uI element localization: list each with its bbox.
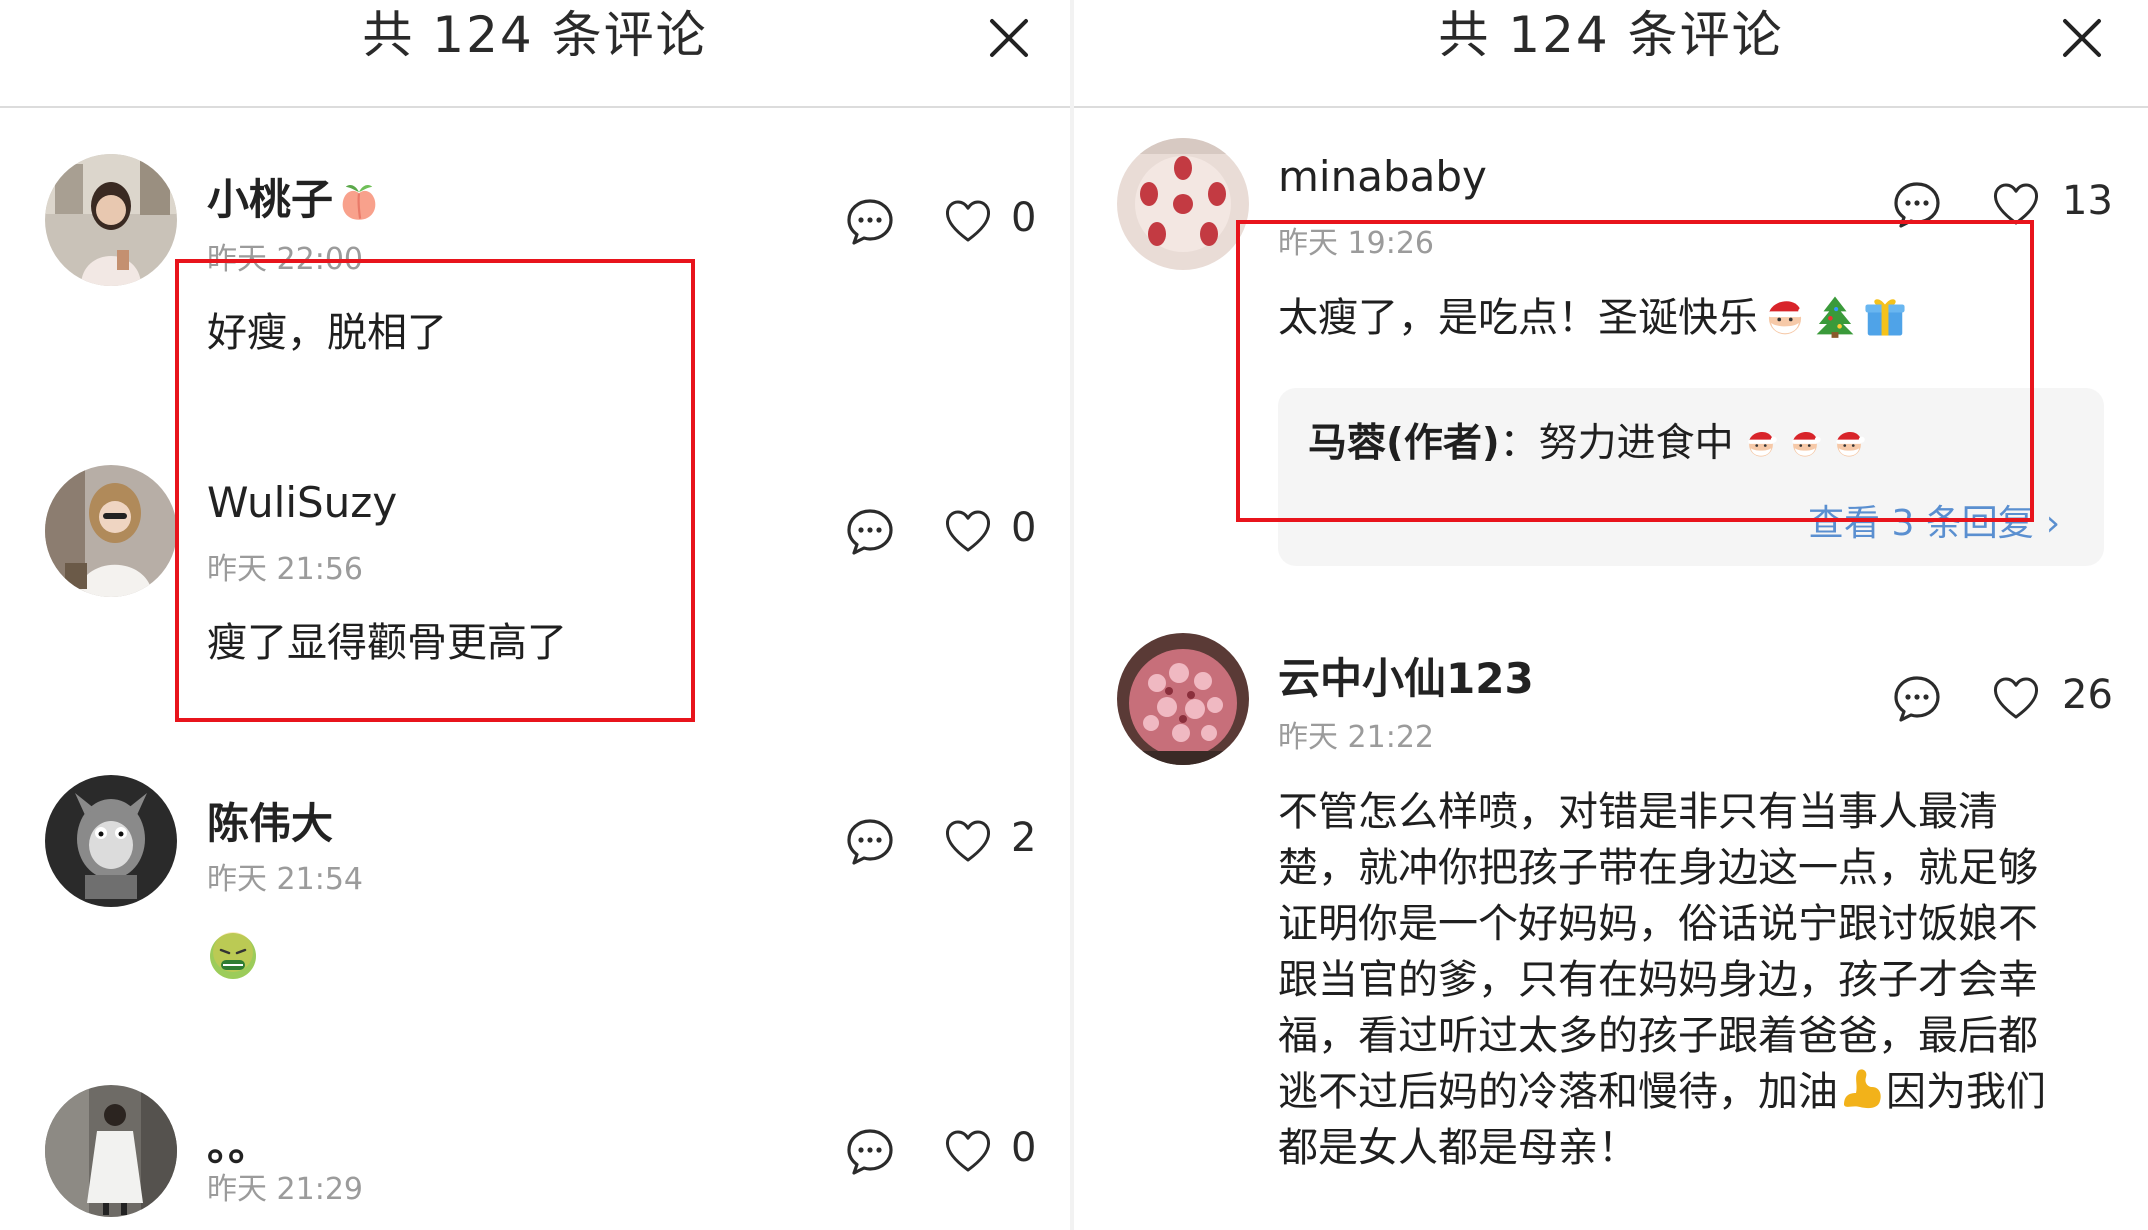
gift-emoji-icon [1862, 293, 1908, 339]
avatar[interactable] [45, 465, 177, 597]
nauseated-face-emoji-icon [207, 930, 259, 982]
like-heart-icon[interactable] [944, 819, 992, 863]
christmas-tree-emoji-icon [1812, 293, 1858, 339]
comments-count-title: 共 124 条评论 [362, 6, 708, 64]
avatar[interactable] [45, 1085, 177, 1217]
timestamp: 昨天 21:54 [207, 862, 363, 897]
avatar[interactable] [1117, 138, 1249, 270]
like-heart-icon[interactable] [1992, 676, 2040, 720]
like-heart-icon[interactable] [944, 199, 992, 243]
santa-emoji-icon [1762, 293, 1808, 339]
close-icon[interactable] [981, 10, 1037, 66]
view-replies-link[interactable]: 查看 3 条回复 › [1808, 494, 2060, 546]
santa-emoji-icon [1832, 426, 1866, 460]
timestamp: 昨天 22:00 [207, 242, 363, 277]
username[interactable]: 小桃子 [207, 166, 381, 227]
timestamp: 昨天 21:56 [207, 552, 363, 587]
timestamp: 昨天 19:26 [1278, 226, 1434, 261]
reply-author-name[interactable]: 马蓉(作者) [1308, 421, 1500, 466]
comments-header: 共 124 条评论 [1074, 0, 2148, 108]
avatar[interactable] [1117, 633, 1249, 765]
timestamp: 昨天 21:29 [207, 1172, 363, 1207]
flexed-biceps-emoji-icon [1838, 1065, 1886, 1113]
like-count: 0 [1011, 195, 1037, 241]
santa-emoji-icon [1788, 426, 1822, 460]
like-count: 0 [1011, 505, 1037, 551]
comments-header: 共 124 条评论 [0, 0, 1070, 108]
like-count: 0 [1011, 1125, 1037, 1171]
like-heart-icon[interactable] [944, 1129, 992, 1173]
like-count: 26 [2062, 672, 2113, 718]
comment-text[interactable]: 太瘦了，是吃点！圣诞快乐 [1278, 290, 1908, 346]
reply-comment-icon[interactable] [845, 197, 895, 247]
close-icon[interactable] [2054, 10, 2110, 66]
username[interactable]: 云中小仙123 [1278, 645, 1534, 706]
like-heart-icon[interactable] [944, 509, 992, 553]
peach-emoji-icon [337, 178, 381, 222]
comments-count-title: 共 124 条评论 [1438, 6, 1784, 64]
reply-comment-icon[interactable] [1892, 180, 1942, 230]
reply-comment-icon[interactable] [1892, 674, 1942, 724]
avatar[interactable] [45, 154, 177, 286]
username[interactable]: WuliSuzy [207, 478, 397, 527]
author-reply-text: 马蓉(作者)：努力进食中 [1308, 416, 1866, 472]
reply-comment-icon[interactable] [845, 507, 895, 557]
like-count: 2 [1011, 815, 1037, 861]
comment-text[interactable]: 瘦了显得颧骨更高了 [207, 615, 567, 671]
username[interactable]: 陈伟大 [207, 790, 333, 851]
comment-text[interactable]: 不管怎么样喷，对错是非只有当事人最清 楚，就冲你把孩子带在身边这一点，就足够 证… [1278, 784, 2128, 1176]
like-heart-icon[interactable] [1992, 182, 2040, 226]
username[interactable]: minababy [1278, 152, 1487, 201]
comments-panel-left: 共 124 条评论 小桃子 昨天 22:00 好瘦，脱相了 0 WuliSuzy… [0, 0, 1070, 1230]
comments-panel-right: 共 124 条评论 minababy 昨天 19:26 太瘦了，是吃点！圣诞快乐… [1074, 0, 2148, 1230]
chevron-right-icon: › [2045, 503, 2061, 544]
timestamp: 昨天 21:22 [1278, 720, 1434, 755]
santa-emoji-icon [1744, 426, 1778, 460]
comment-text[interactable]: 好瘦，脱相了 [207, 305, 447, 361]
reply-comment-icon[interactable] [845, 1127, 895, 1177]
avatar[interactable] [45, 775, 177, 907]
like-count: 13 [2062, 178, 2113, 224]
author-reply-box[interactable]: 马蓉(作者)：努力进食中 查看 3 条回复 › [1278, 388, 2104, 566]
reply-comment-icon[interactable] [845, 817, 895, 867]
